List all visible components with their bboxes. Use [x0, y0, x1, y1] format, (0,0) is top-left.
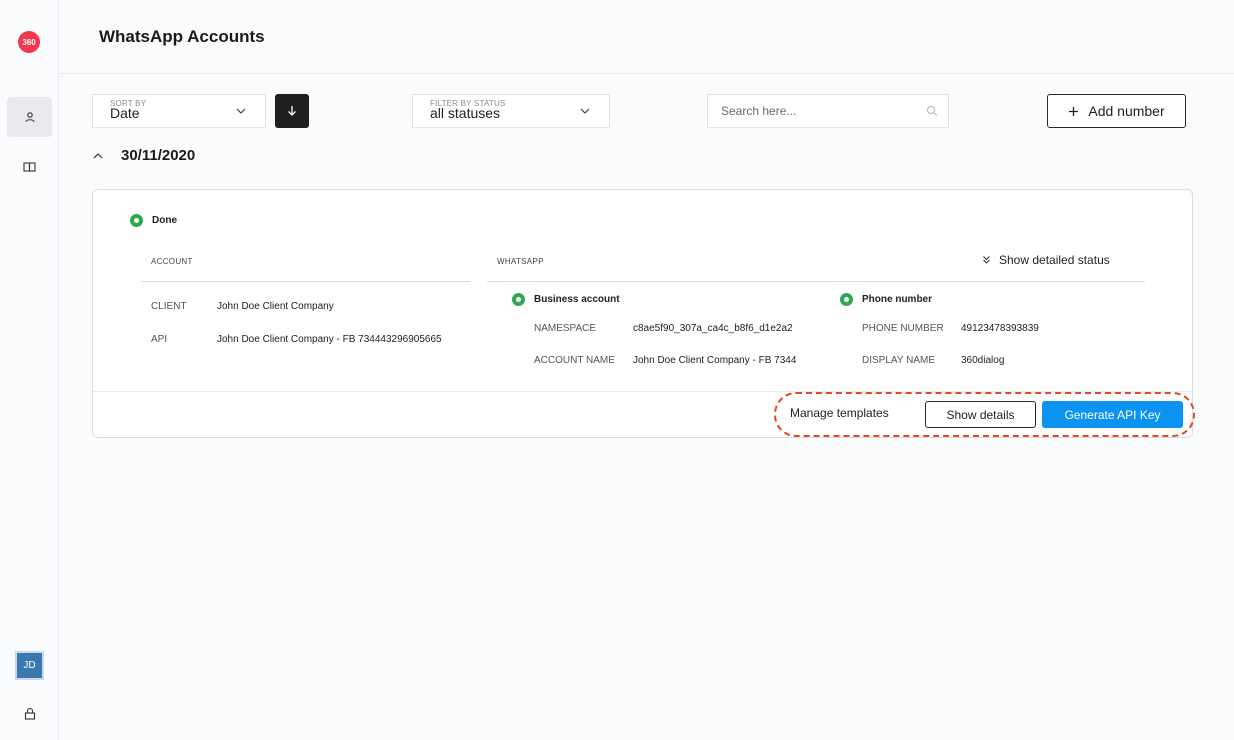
- business-account-heading: Business account: [512, 293, 620, 306]
- display-name-key: DISPLAY NAME: [862, 355, 935, 366]
- manage-templates-button[interactable]: Manage templates: [790, 406, 889, 420]
- client-key: CLIENT: [151, 301, 187, 312]
- account-name-value: John Doe Client Company - FB 7344: [633, 355, 797, 366]
- arrow-down-icon: [288, 106, 296, 116]
- plus-icon: [1069, 106, 1079, 116]
- sort-direction-button[interactable]: [275, 94, 309, 128]
- lock-icon: [24, 707, 36, 720]
- api-key: API: [151, 334, 168, 345]
- business-account-title: Business account: [534, 294, 620, 305]
- book-icon: [23, 162, 36, 172]
- display-name-value: 360dialog: [961, 355, 1005, 366]
- page-title: WhatsApp Accounts: [99, 27, 265, 46]
- phone-number-key: PHONE NUMBER: [862, 323, 944, 334]
- show-details-button[interactable]: Show details: [925, 401, 1036, 428]
- group-date: 30/11/2020: [121, 147, 196, 164]
- search-box: [707, 94, 949, 128]
- generate-api-key-button[interactable]: Generate API Key: [1042, 401, 1183, 428]
- account-card: Done ACCOUNT WHATSAPP Show detailed stat…: [92, 189, 1195, 438]
- client-value: John Doe Client Company: [217, 301, 334, 312]
- user-icon: [24, 112, 35, 123]
- chevron-up-icon[interactable]: [92, 150, 104, 162]
- phone-number-heading: Phone number: [840, 293, 932, 306]
- sidebar-item-accounts[interactable]: [7, 97, 52, 137]
- chevrons-down-icon: [983, 256, 990, 264]
- phone-number-value: 49123478393839: [961, 323, 1039, 334]
- whatsapp-heading: WHATSAPP: [497, 257, 544, 266]
- chevron-down-icon: [580, 108, 590, 114]
- search-icon: [926, 105, 938, 117]
- sort-value: Date: [110, 105, 140, 121]
- account-divider: [141, 281, 470, 282]
- api-value: John Doe Client Company - FB 73444329690…: [217, 334, 442, 345]
- status-dot-icon: [512, 293, 525, 306]
- whatsapp-divider: [487, 281, 1145, 282]
- status-dot-icon: [130, 214, 143, 227]
- top-bar: WhatsApp Accounts: [59, 0, 1234, 74]
- filter-value: all statuses: [430, 105, 501, 121]
- sidebar-item-docs[interactable]: [7, 147, 52, 187]
- account-name-key: ACCOUNT NAME: [534, 355, 615, 366]
- status-text: Done: [152, 215, 177, 226]
- namespace-key: NAMESPACE: [534, 323, 597, 334]
- search-input[interactable]: [721, 104, 921, 118]
- account-heading: ACCOUNT: [151, 257, 193, 266]
- add-number-label: Add number: [1088, 103, 1165, 119]
- status-badge: Done: [130, 214, 177, 227]
- chevron-down-icon: [236, 108, 246, 114]
- sort-select[interactable]: SORT BY Date: [92, 94, 266, 128]
- sidebar: 360 JD: [0, 0, 59, 740]
- avatar[interactable]: JD: [15, 651, 44, 680]
- add-number-button[interactable]: Add number: [1047, 94, 1186, 128]
- show-detailed-status-toggle[interactable]: Show detailed status: [982, 253, 1110, 267]
- logo[interactable]: 360: [18, 31, 40, 53]
- status-dot-icon: [840, 293, 853, 306]
- namespace-value: c8ae5f90_307a_ca4c_b8f6_d1e2a2: [633, 323, 793, 334]
- logout-button[interactable]: [20, 703, 40, 723]
- show-detailed-status-label: Show detailed status: [999, 253, 1110, 267]
- status-filter-select[interactable]: FILTER BY STATUS all statuses: [412, 94, 610, 128]
- phone-number-title: Phone number: [862, 294, 933, 305]
